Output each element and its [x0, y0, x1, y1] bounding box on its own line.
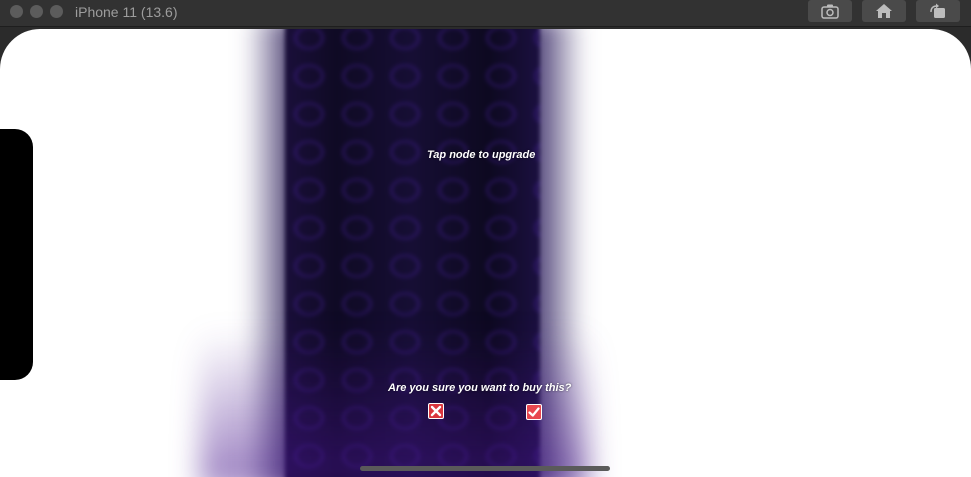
home-button[interactable]	[862, 0, 906, 22]
zoom-window-button[interactable]	[50, 5, 63, 18]
confirm-purchase-button[interactable]	[526, 404, 542, 420]
minimize-window-button[interactable]	[30, 5, 43, 18]
game-bottom-tint	[200, 329, 590, 477]
rotate-icon	[930, 3, 945, 18]
window-title: iPhone 11 (13.6)	[75, 4, 178, 20]
checkmark-icon	[528, 407, 540, 417]
simulator-titlebar: iPhone 11 (13.6)	[0, 0, 971, 27]
upgrade-hint-text: Tap node to upgrade	[427, 149, 536, 161]
close-icon	[430, 405, 442, 417]
home-icon	[876, 4, 892, 18]
home-indicator[interactable]	[360, 466, 610, 471]
cancel-purchase-button[interactable]	[428, 403, 444, 419]
device-screen: Tap node to upgrade Are you sure you wan…	[0, 29, 971, 477]
close-window-button[interactable]	[10, 5, 23, 18]
screenshot-button[interactable]	[808, 0, 852, 22]
device-notch	[0, 129, 33, 380]
purchase-confirm-prompt: Are you sure you want to buy this?	[388, 382, 572, 394]
screenshot-icon	[821, 4, 839, 19]
rotate-button[interactable]	[916, 0, 960, 22]
